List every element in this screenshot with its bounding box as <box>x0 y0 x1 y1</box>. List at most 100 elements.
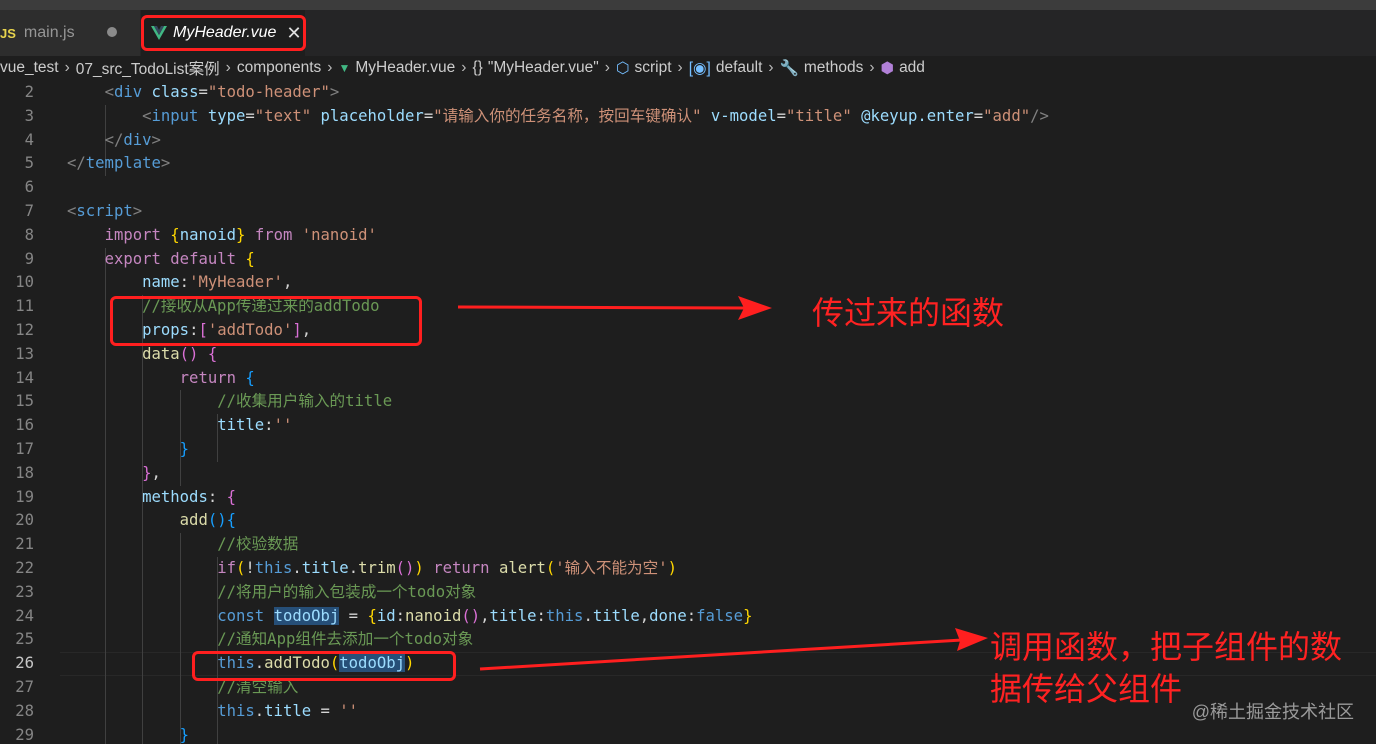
code-token: title <box>489 606 537 625</box>
line-code[interactable]: }, <box>67 462 161 486</box>
line-code[interactable]: props:['addTodo'], <box>67 319 311 343</box>
line-number: 29 <box>15 725 34 744</box>
line-code[interactable]: //将用户的输入包装成一个todo对象 <box>67 581 476 605</box>
code-token: //清空输入 <box>217 678 299 696</box>
code-token: name <box>142 273 180 292</box>
line-number: 19 <box>15 487 34 506</box>
line-code[interactable]: } <box>67 438 189 462</box>
wrench-icon: 🔧 <box>779 59 799 77</box>
line-code[interactable]: return { <box>67 367 255 391</box>
breadcrumb-item[interactable]: vue_test <box>0 59 59 77</box>
breadcrumb: vue_test › 07_src_TodoList案例 › components › ▼ M… <box>0 56 1376 80</box>
code-token: : <box>207 487 218 506</box>
code-line: 23 //将用户的输入包装成一个todo对象 <box>0 581 1376 605</box>
tab-label: MyHeader.vue <box>173 24 277 41</box>
line-code[interactable]: <script> <box>67 200 142 224</box>
breadcrumb-item[interactable]: "MyHeader.vue" <box>488 59 599 77</box>
code-token: { <box>245 249 255 268</box>
code-token: : <box>395 606 406 625</box>
code-token: "todo-header" <box>207 83 330 101</box>
code-token: trim <box>358 559 396 577</box>
line-code[interactable]: </div> <box>67 129 161 153</box>
breadcrumb-item[interactable]: MyHeader.vue <box>355 59 455 77</box>
tab-main-js[interactable]: JS main.js <box>0 10 140 56</box>
code-token: = <box>245 106 255 125</box>
line-code[interactable]: //收集用户输入的title <box>67 390 392 414</box>
code-token: this <box>545 606 584 625</box>
code-line: 16 title:'' <box>0 414 1376 438</box>
code-token: : <box>264 416 274 435</box>
code-line: 11 //接收从App传递过来的addTodo <box>0 295 1376 319</box>
code-token: = <box>973 106 984 125</box>
code-token: () <box>179 344 199 363</box>
code-token: { <box>245 368 255 387</box>
line-code[interactable]: //接收从App传递过来的addTodo <box>67 295 379 319</box>
code-line: 18 }, <box>0 462 1376 486</box>
code-token: //将用户的输入包装成一个todo对象 <box>217 582 477 601</box>
line-code[interactable]: } <box>67 724 189 744</box>
line-number: 7 <box>24 202 34 220</box>
code-token: = <box>776 106 786 125</box>
line-code[interactable]: name:'MyHeader', <box>67 271 292 295</box>
code-token: return <box>179 368 237 387</box>
code-line: 20 add(){ <box>0 509 1376 533</box>
breadcrumb-item[interactable]: default <box>716 59 763 77</box>
code-token: add <box>179 511 208 530</box>
breadcrumb-item[interactable]: components <box>237 59 321 77</box>
breadcrumb-item[interactable]: script <box>635 59 672 77</box>
line-code[interactable]: const todoObj = {id:nanoid(),title:this.… <box>67 605 752 629</box>
line-code[interactable]: this.addTodo(todoObj) <box>67 652 414 676</box>
line-code[interactable]: data() { <box>67 343 217 367</box>
code-token: todoObj <box>273 606 340 625</box>
line-code[interactable]: import {nanoid} from 'nanoid' <box>67 224 377 248</box>
breadcrumb-item[interactable]: add <box>899 59 925 77</box>
line-code[interactable]: this.title = '' <box>67 700 358 724</box>
code-line: 7 <script> <box>0 200 1376 224</box>
line-code[interactable]: //通知App组件去添加一个todo对象 <box>67 628 473 652</box>
code-token: /> <box>1030 106 1049 125</box>
code-token: default <box>170 249 237 268</box>
breadcrumb-item[interactable]: 07_src_TodoList案例 <box>76 57 220 79</box>
breadcrumb-item[interactable]: methods <box>804 59 863 77</box>
line-code[interactable]: //校验数据 <box>67 533 298 557</box>
line-code[interactable]: title:'' <box>67 414 292 438</box>
line-number: 11 <box>15 297 34 316</box>
code-token: //通知App组件去添加一个todo对象 <box>217 630 474 649</box>
close-icon[interactable]: ✕ <box>286 23 301 44</box>
code-token: title <box>301 559 349 577</box>
chevron-right-icon: › <box>869 59 875 76</box>
line-code[interactable]: <input type="text" placeholder="请输入你的任务名… <box>67 105 1049 129</box>
code-token: , <box>301 321 312 339</box>
line-code[interactable]: if(!this.title.trim()) return alert('输入不… <box>67 557 677 581</box>
line-code[interactable]: <div class="todo-header"> <box>67 81 340 105</box>
code-token: from <box>254 225 293 244</box>
tab-label: main.js <box>23 24 75 41</box>
line-code[interactable]: </template> <box>67 152 170 176</box>
line-code[interactable]: add(){ <box>67 509 236 533</box>
line-number: 12 <box>15 321 34 339</box>
code-token: addTodo <box>264 654 330 673</box>
line-code[interactable]: export default { <box>67 248 255 272</box>
code-line: 21 //校验数据 <box>0 533 1376 557</box>
code-token: '输入不能为空' <box>555 559 668 577</box>
tab-myheader-vue[interactable]: MyHeader.vue ✕ <box>141 10 305 56</box>
code-token: 'nanoid' <box>301 225 377 244</box>
line-code[interactable]: //清空输入 <box>67 676 298 700</box>
code-token: ) <box>414 559 424 577</box>
code-token: template <box>85 154 161 173</box>
line-code[interactable]: methods: { <box>67 486 236 510</box>
code-token: ) <box>405 654 415 673</box>
code-token: div <box>123 130 152 149</box>
